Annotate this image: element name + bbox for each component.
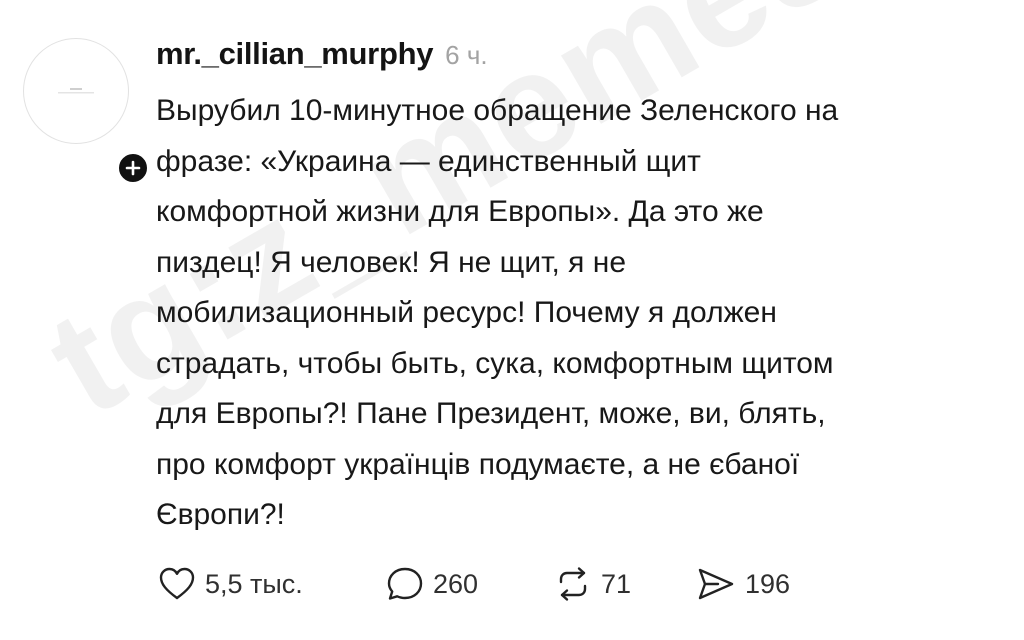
post-text-line: мобилизационный ресурс! Почему я должен — [156, 296, 777, 329]
reply-button[interactable]: 260 — [386, 562, 478, 606]
plus-icon — [125, 160, 141, 176]
post-text-line: Вырубил 10-минутное обращение Зеленского… — [156, 94, 839, 127]
follow-button[interactable] — [115, 150, 151, 186]
action-bar: 5,5 тыс. 260 71 196 — [158, 562, 858, 606]
reply-count: 260 — [433, 568, 479, 599]
comment-bubble-icon — [387, 567, 423, 600]
send-arrow-icon — [698, 568, 734, 600]
post-text-line: пиздец! Я человек! Я не щит, я не — [156, 245, 627, 279]
heart-icon — [159, 567, 195, 600]
share-button[interactable]: 196 — [696, 562, 790, 606]
post-text-line: фразе: «Украина — единственный щит — [156, 144, 701, 178]
post-text-line: про комфорт українців подумаєте, а не єб… — [156, 447, 800, 481]
avatar-logo-icon — [58, 88, 94, 94]
like-count: 5,5 тыс. — [205, 568, 303, 599]
post-text: Вырубил 10-минутное обращение Зеленского… — [156, 86, 1006, 541]
avatar-container[interactable] — [23, 38, 151, 186]
post-text-line: комфортной жизни для Европы». Да это же — [156, 195, 764, 228]
post-header: mr._cillian_murphy 6 ч. — [156, 36, 488, 72]
post-text-line: для Европы?! Пане Президент, може, ви, б… — [156, 397, 826, 430]
post-text-line: страдать, чтобы быть, сука, комфортным щ… — [156, 346, 834, 380]
repost-button[interactable]: 71 — [554, 562, 631, 606]
like-button[interactable]: 5,5 тыс. — [158, 562, 303, 606]
post-text-line: Європи?! — [156, 498, 285, 531]
share-count: 196 — [745, 568, 791, 599]
timestamp: 6 ч. — [445, 40, 488, 70]
avatar[interactable] — [23, 38, 129, 144]
repost-count: 71 — [601, 568, 632, 599]
username[interactable]: mr._cillian_murphy — [156, 36, 433, 72]
repost-arrows-icon — [559, 567, 587, 601]
